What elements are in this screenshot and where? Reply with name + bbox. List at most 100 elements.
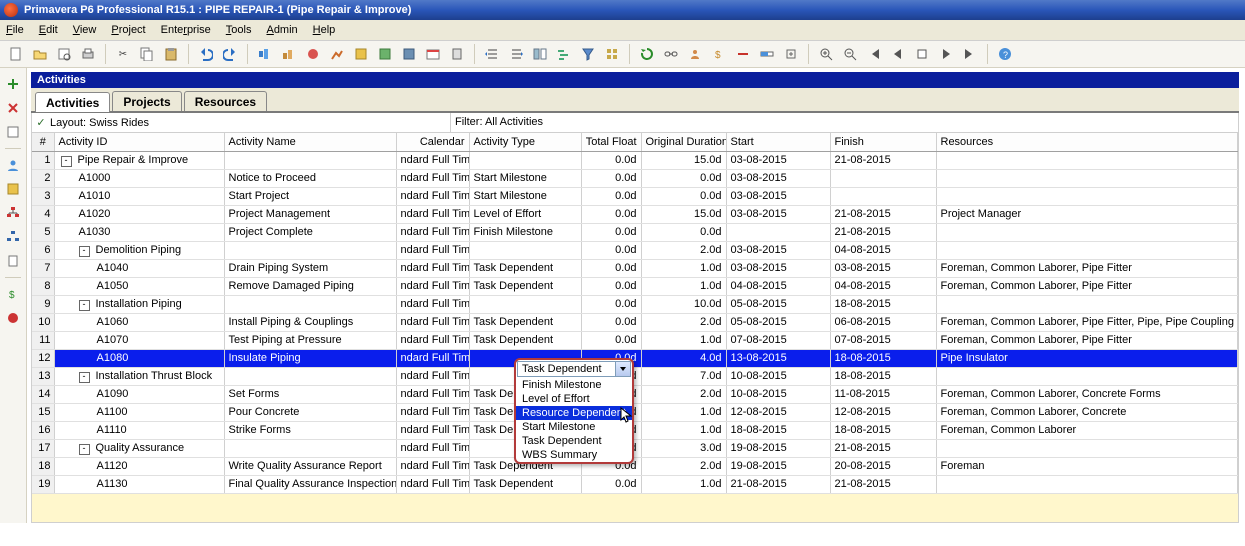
cell-start[interactable]: 12-08-2015 (726, 404, 830, 422)
menu-admin[interactable]: Admin (266, 24, 297, 36)
table-row[interactable]: 5A1030Project Completendard Full TimeFin… (32, 224, 1238, 242)
cell-activity-name[interactable]: Final Quality Assurance Inspection (224, 476, 396, 494)
cell-activity-id[interactable]: A1060 (54, 314, 224, 332)
open-icon[interactable] (29, 43, 51, 65)
leveler-icon[interactable] (732, 43, 754, 65)
cell-resources[interactable] (936, 296, 1238, 314)
cell-activity-name[interactable] (224, 152, 396, 170)
cell-activity-id[interactable]: A1030 (54, 224, 224, 242)
cell-total-float[interactable]: 0.0d (581, 152, 641, 170)
cell-calendar[interactable]: ndard Full Time (396, 170, 469, 188)
cell-original-duration[interactable]: 15.0d (641, 206, 726, 224)
cell-activity-name[interactable]: Remove Damaged Piping (224, 278, 396, 296)
cut-icon[interactable]: ✂ (112, 43, 134, 65)
table-row[interactable]: 3A1010Start Projectndard Full TimeStart … (32, 188, 1238, 206)
cell-resources[interactable]: Foreman, Common Laborer, Pipe Fitter (936, 260, 1238, 278)
menubar[interactable]: File Edit View Project Enterprise Tools … (0, 20, 1245, 41)
tab-activities[interactable]: Activities (35, 92, 110, 112)
cell-finish[interactable] (830, 188, 936, 206)
cell-calendar[interactable]: ndard Full Time (396, 278, 469, 296)
cell-original-duration[interactable]: 1.0d (641, 422, 726, 440)
cell-calendar[interactable]: ndard Full Time (396, 368, 469, 386)
print-icon[interactable] (77, 43, 99, 65)
cell-activity-type[interactable]: Start Milestone (469, 188, 581, 206)
menu-help[interactable]: Help (313, 24, 336, 36)
cell-start[interactable]: 03-08-2015 (726, 206, 830, 224)
cell-total-float[interactable]: 0.0d (581, 224, 641, 242)
table-row[interactable]: 11A1070Test Piping at Pressurendard Full… (32, 332, 1238, 350)
cell-resources[interactable] (936, 242, 1238, 260)
dropdown-combobox[interactable]: Task Dependent (517, 361, 631, 377)
cell-activity-type[interactable]: Task Dependent (469, 314, 581, 332)
menu-enterprise[interactable]: Enterprise (161, 24, 211, 36)
cell-resources[interactable]: Foreman, Common Laborer, Concrete (936, 404, 1238, 422)
cell-start[interactable]: 07-08-2015 (726, 332, 830, 350)
cell-activity-id[interactable]: A1110 (54, 422, 224, 440)
zoom-out-icon[interactable] (839, 43, 861, 65)
cell-activity-type[interactable] (469, 242, 581, 260)
cell-original-duration[interactable]: 2.0d (641, 458, 726, 476)
dropdown-item[interactable]: WBS Summary (516, 448, 632, 462)
steps-icon[interactable] (4, 180, 22, 198)
cell-original-duration[interactable]: 0.0d (641, 170, 726, 188)
dropdown-arrow-icon[interactable] (615, 362, 630, 376)
cell-calendar[interactable]: ndard Full Time (396, 224, 469, 242)
table-row[interactable]: 1-Pipe Repair & Improvendard Full Time0.… (32, 152, 1238, 170)
cell-resources[interactable]: Foreman, Common Laborer (936, 422, 1238, 440)
cell-finish[interactable]: 12-08-2015 (830, 404, 936, 422)
tree-toggle-icon[interactable]: - (79, 444, 90, 455)
table-row[interactable]: 12A1080Insulate Pipingndard Full Time0.0… (32, 350, 1238, 368)
cell-calendar[interactable]: ndard Full Time (396, 314, 469, 332)
outdent-icon[interactable] (481, 43, 503, 65)
cell-activity-id[interactable]: A1050 (54, 278, 224, 296)
cell-original-duration[interactable]: 1.0d (641, 260, 726, 278)
cell-resources[interactable] (936, 152, 1238, 170)
activity-type-dropdown[interactable]: Task Dependent Finish MilestoneLevel of … (514, 358, 634, 464)
cell-activity-name[interactable]: Write Quality Assurance Report (224, 458, 396, 476)
cell-finish[interactable]: 21-08-2015 (830, 206, 936, 224)
cell-original-duration[interactable]: 2.0d (641, 242, 726, 260)
ge-icon[interactable] (350, 43, 372, 65)
cell-activity-id[interactable]: A1070 (54, 332, 224, 350)
table-row[interactable]: 2A1000Notice to Proceedndard Full TimeSt… (32, 170, 1238, 188)
cell-activity-name[interactable] (224, 440, 396, 458)
calc-icon[interactable] (446, 43, 468, 65)
ga-icon[interactable] (254, 43, 276, 65)
cell-calendar[interactable]: ndard Full Time (396, 152, 469, 170)
cell-calendar[interactable]: ndard Full Time (396, 476, 469, 494)
cell-finish[interactable]: 06-08-2015 (830, 314, 936, 332)
gd-icon[interactable] (326, 43, 348, 65)
col-start[interactable]: Start (726, 133, 830, 152)
cell-activity-type[interactable]: Level of Effort (469, 206, 581, 224)
cell-calendar[interactable]: ndard Full Time (396, 332, 469, 350)
tree-toggle-icon[interactable]: - (79, 300, 90, 311)
cell-original-duration[interactable]: 7.0d (641, 368, 726, 386)
table-row[interactable]: 14A1090Set Formsndard Full TimeTask Depe… (32, 386, 1238, 404)
cell-finish[interactable]: 11-08-2015 (830, 386, 936, 404)
cell-calendar[interactable]: ndard Full Time (396, 296, 469, 314)
cell-calendar[interactable]: ndard Full Time (396, 350, 469, 368)
next-icon[interactable] (935, 43, 957, 65)
cell-finish[interactable]: 21-08-2015 (830, 476, 936, 494)
user-icon[interactable] (4, 156, 22, 174)
cell-activity-id[interactable]: A1010 (54, 188, 224, 206)
col-activity-id[interactable]: Activity ID (54, 133, 224, 152)
cell-activity-name[interactable]: Project Management (224, 206, 396, 224)
layout-display[interactable]: ✓Layout: Swiss Rides (32, 113, 451, 132)
cell-finish[interactable]: 18-08-2015 (830, 422, 936, 440)
gg-icon[interactable] (398, 43, 420, 65)
cell-activity-type[interactable] (469, 296, 581, 314)
cell-start[interactable]: 04-08-2015 (726, 278, 830, 296)
cell-finish[interactable]: 18-08-2015 (830, 350, 936, 368)
cell-finish[interactable] (830, 170, 936, 188)
cell-calendar[interactable]: ndard Full Time (396, 440, 469, 458)
cell-activity-name[interactable] (224, 242, 396, 260)
cell-activity-name[interactable]: Install Piping & Couplings (224, 314, 396, 332)
dropdown-item[interactable]: Resource Dependent (516, 406, 632, 420)
add-icon[interactable] (4, 75, 22, 93)
cell-start[interactable] (726, 224, 830, 242)
cell-original-duration[interactable]: 0.0d (641, 188, 726, 206)
zoom-in-icon[interactable] (815, 43, 837, 65)
cell-activity-name[interactable] (224, 368, 396, 386)
cell-total-float[interactable]: 0.0d (581, 296, 641, 314)
